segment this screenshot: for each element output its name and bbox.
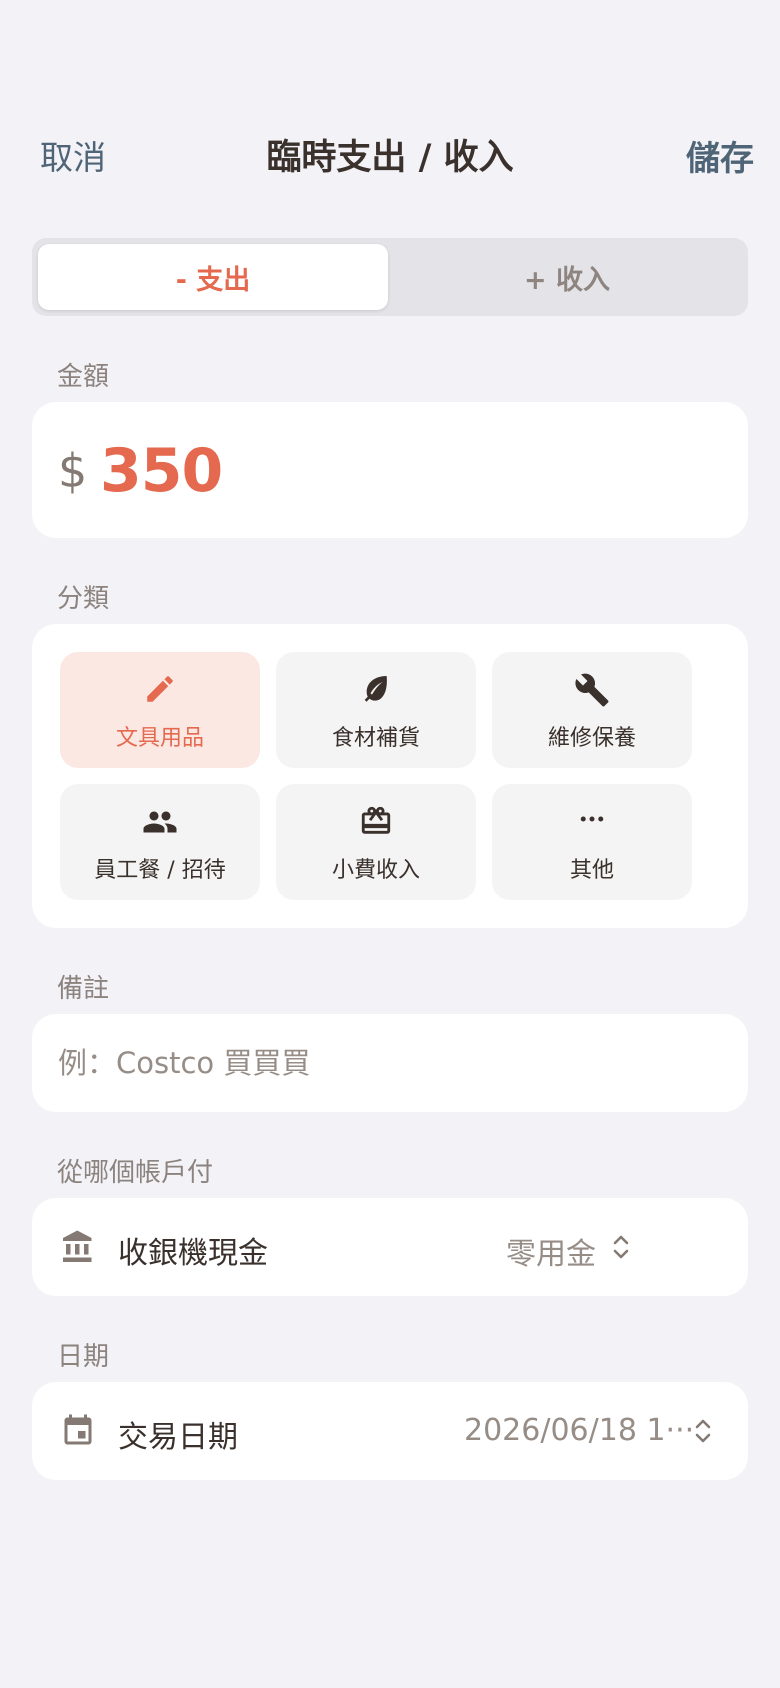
save-button[interactable]: 儲存	[686, 131, 754, 180]
expense-tab[interactable]: - 支出	[38, 244, 388, 310]
category-label-text: 食材補貨	[331, 726, 420, 751]
date-picker[interactable]: 交易日期 2026/06/18 1···	[32, 1382, 748, 1480]
account-value: 零用金	[506, 1237, 596, 1272]
sheet: 取消 臨時支出 / 收入 儲存 - 支出 + 收入 金額 $ 350 分類 文具…	[0, 0, 780, 1688]
category-label-text: 其他	[569, 858, 614, 883]
calendar-icon	[64, 1414, 92, 1445]
wrench-icon	[492, 672, 692, 708]
income-tab[interactable]: + 收入	[392, 244, 742, 310]
category-label-text: 員工餐 / 招待	[94, 858, 226, 883]
account-title: 收銀機現金	[118, 1236, 268, 1271]
category-maintenance[interactable]: 維修保養	[492, 652, 692, 768]
category-grid: 文具用品 食材補貨 維修保養 員工餐 / 招待 小費收入 其他	[32, 624, 748, 928]
more-horizontal-icon	[492, 804, 692, 840]
page-title: 臨時支出 / 收入	[266, 138, 514, 178]
account-picker[interactable]: 收銀機現金 零用金	[32, 1198, 748, 1296]
category-label-text: 維修保養	[547, 726, 636, 751]
date-title: 交易日期	[118, 1420, 238, 1455]
nav-bar: 取消 臨時支出 / 收入 儲存	[0, 125, 780, 180]
category-staff-meal[interactable]: 員工餐 / 招待	[60, 784, 260, 900]
amount-label: 金額	[57, 362, 110, 392]
date-label: 日期	[57, 1342, 110, 1372]
currency-symbol: $	[58, 444, 88, 498]
note-label: 備註	[57, 974, 110, 1004]
type-segmented-control: - 支出 + 收入	[32, 238, 748, 316]
chevron-up-down-icon	[613, 1235, 629, 1259]
note-input[interactable]	[58, 1014, 718, 1112]
category-label: 分類	[57, 584, 110, 614]
category-stationery[interactable]: 文具用品	[60, 652, 260, 768]
category-label-text: 小費收入	[331, 858, 420, 883]
note-card	[32, 1014, 748, 1112]
category-label-text: 文具用品	[115, 726, 204, 751]
category-ingredients[interactable]: 食材補貨	[276, 652, 476, 768]
bank-icon	[63, 1230, 92, 1262]
people-icon	[60, 804, 260, 840]
account-label: 從哪個帳戶付	[57, 1158, 214, 1188]
gift-card-icon	[276, 804, 476, 840]
date-value: 2026/06/18 1···	[464, 1413, 695, 1448]
chevron-up-down-icon	[695, 1419, 711, 1443]
pencil-icon	[60, 672, 260, 708]
amount-value: 350	[100, 436, 223, 506]
category-other[interactable]: 其他	[492, 784, 692, 900]
amount-field[interactable]: $ 350	[32, 402, 748, 538]
category-tip-income[interactable]: 小費收入	[276, 784, 476, 900]
leaf-icon	[276, 672, 476, 708]
